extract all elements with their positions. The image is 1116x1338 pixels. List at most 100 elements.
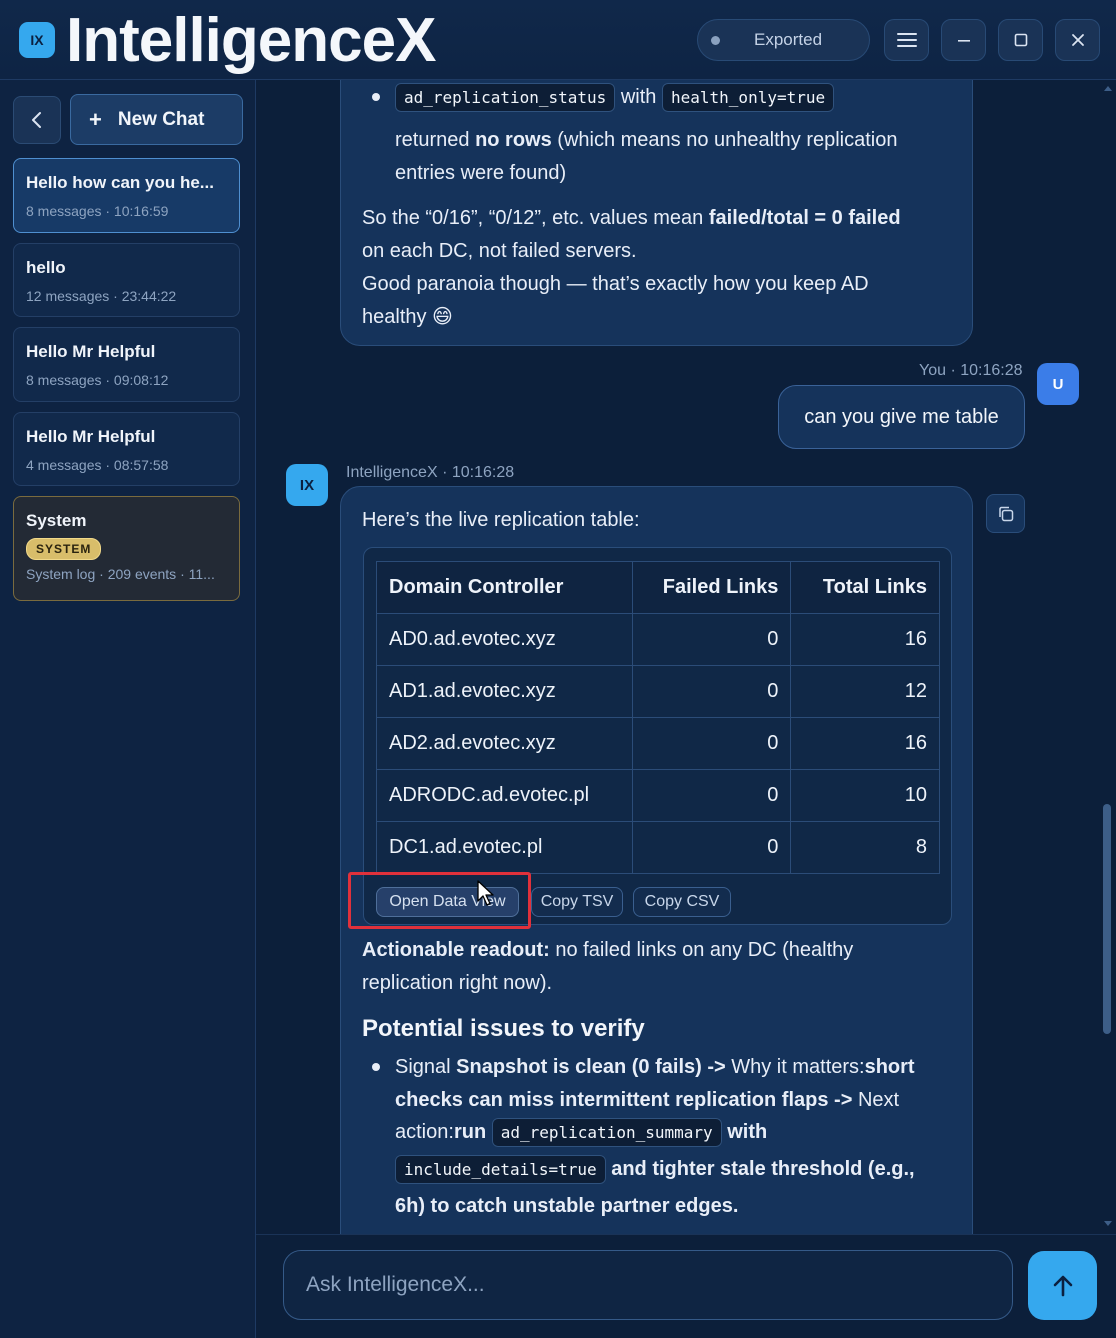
table-cell: 0 <box>631 769 792 822</box>
message-intro: Here’s the live replication table: <box>362 509 640 531</box>
status-label: Exported <box>754 30 823 49</box>
table-cell: 16 <box>790 717 940 770</box>
chat-meta: System log · 209 events · 11... <box>26 566 215 582</box>
system-badge: SYSTEM <box>26 538 102 560</box>
table-cell: 16 <box>790 613 940 666</box>
table-cell: AD0.ad.evotec.xyz <box>376 613 633 666</box>
bullet-text: 6h) to catch unstable partner edges. <box>395 1190 975 1223</box>
bold-text: -> <box>701 1056 732 1078</box>
chat-title: hello <box>26 258 66 277</box>
text: healthy 😄 <box>362 306 453 328</box>
table-cell: 0 <box>631 717 792 770</box>
arrow-up-icon <box>1053 1275 1072 1296</box>
table-cell: 8 <box>790 821 940 874</box>
maximize-button[interactable] <box>998 19 1043 61</box>
text: entries were found) <box>395 162 567 184</box>
title-bar: IX IntelligenceX Exported <box>0 0 1116 80</box>
bold-text: with <box>727 1121 768 1143</box>
chat-meta: 4 messages · 08:57:58 <box>26 457 169 473</box>
table-cell: AD1.ad.evotec.xyz <box>376 665 633 718</box>
table-row: AD1.ad.evotec.xyz 0 12 <box>376 665 940 718</box>
chevron-left-icon <box>32 112 41 128</box>
replication-table: Domain Controller Failed Links Total Lin… <box>376 561 940 874</box>
bullet-text: Signal Snapshot is clean (0 fails) -> Wh… <box>395 1051 965 1117</box>
assistant-message-meta: IntelligenceX · 10:16:28 <box>346 464 515 481</box>
maximize-icon <box>1014 33 1027 47</box>
mouse-cursor-icon <box>477 880 494 906</box>
close-button[interactable] <box>1055 19 1100 61</box>
message-text: returned no rows (which means no unhealt… <box>395 124 955 190</box>
readout-text: Actionable readout: no failed links on a… <box>362 934 962 1000</box>
send-button[interactable] <box>1028 1251 1097 1320</box>
new-chat-label: New Chat <box>117 108 205 130</box>
table-row: AD0.ad.evotec.xyz 0 16 <box>376 613 940 666</box>
scroll-up-icon[interactable] <box>1103 84 1113 92</box>
bold-text: Actionable readout: <box>362 939 550 961</box>
message-input[interactable]: Ask IntelligenceX... <box>283 1250 1013 1320</box>
bold-text: and tighter stale threshold (e.g., <box>611 1158 915 1180</box>
copy-icon <box>998 506 1013 521</box>
table-cell: 10 <box>790 769 940 822</box>
minimize-icon <box>957 40 970 42</box>
menu-button[interactable] <box>884 19 929 61</box>
column-header[interactable]: Failed Links <box>631 561 792 614</box>
text: no failed links on any DC (healthy <box>549 939 854 961</box>
table-row: ADRODC.ad.evotec.pl 0 10 <box>376 769 940 822</box>
app-title: IntelligenceX <box>66 6 436 75</box>
new-chat-button[interactable]: + New Chat <box>70 94 243 145</box>
chat-meta: 8 messages · 09:08:12 <box>26 372 169 388</box>
chat-meta: 12 messages · 23:44:22 <box>26 288 177 304</box>
assistant-avatar: IX <box>286 464 328 506</box>
inline-code: ad_replication_summary <box>491 1118 722 1147</box>
table-cell: ADRODC.ad.evotec.pl <box>376 769 633 822</box>
chat-title: System <box>26 511 87 530</box>
table-row: DC1.ad.evotec.pl 0 8 <box>376 821 940 874</box>
text: replication right now). <box>362 972 553 994</box>
collapse-sidebar-button[interactable] <box>13 96 61 144</box>
scroll-down-icon[interactable] <box>1103 1220 1113 1228</box>
inline-code: health_only=true <box>662 83 835 112</box>
chat-list-item[interactable]: Hello Mr Helpful 4 messages · 08:57:58 <box>13 412 240 486</box>
user-avatar: U <box>1037 363 1079 405</box>
chat-list-item-system[interactable]: System SYSTEM System log · 209 events · … <box>13 496 240 601</box>
bold-text: short <box>864 1056 915 1078</box>
bold-text: checks can miss intermittent replication… <box>395 1089 829 1111</box>
chat-title: Hello Mr Helpful <box>26 427 156 446</box>
user-message: can you give me table <box>778 385 1025 449</box>
bold-text: failed/total = 0 failed <box>708 207 901 229</box>
chat-list-item[interactable]: Hello Mr Helpful 8 messages · 09:08:12 <box>13 327 240 402</box>
column-header[interactable]: Total Links <box>790 561 940 614</box>
text: returned <box>395 129 476 151</box>
chat-title: Hello Mr Helpful <box>26 342 156 361</box>
copy-csv-button[interactable]: Copy CSV <box>633 887 731 917</box>
bullet-dot <box>372 1063 380 1071</box>
section-heading: Potential issues to verify <box>362 1015 645 1042</box>
assistant-message: ad_replication_status with health_only=t… <box>340 80 973 346</box>
text: on each DC, not failed servers. <box>362 240 637 262</box>
user-message-meta: You · 10:16:28 <box>919 362 1023 379</box>
status-pill[interactable]: Exported <box>697 19 870 61</box>
bullet-text: include_details=true and tighter stale t… <box>395 1153 975 1186</box>
copy-message-button[interactable] <box>986 494 1025 533</box>
plus-icon: + <box>89 106 102 132</box>
table-cell: 0 <box>631 665 792 718</box>
copy-tsv-button[interactable]: Copy TSV <box>531 887 623 917</box>
table-cell: DC1.ad.evotec.pl <box>376 821 633 874</box>
table-cell: 0 <box>631 613 792 666</box>
bold-text: run <box>453 1121 487 1143</box>
column-header[interactable]: Domain Controller <box>376 561 633 614</box>
chat-list-item[interactable]: Hello how can you he... 8 messages · 10:… <box>13 158 240 233</box>
hamburger-icon <box>896 33 917 47</box>
bold-text: Snapshot is clean (0 fails) <box>456 1056 702 1078</box>
table-cell: 12 <box>790 665 940 718</box>
minimize-button[interactable] <box>941 19 986 61</box>
bullet-dot <box>372 93 380 101</box>
bold-text: no rows <box>475 129 552 151</box>
highlight-annotation <box>348 872 531 929</box>
bullet-text: action:run ad_replication_summary with <box>395 1116 975 1149</box>
scroll-thumb[interactable] <box>1103 804 1111 1034</box>
text: (which means no unhealthy replication <box>551 129 898 151</box>
message-text: ad_replication_status with health_only=t… <box>395 81 955 114</box>
chat-list-item[interactable]: hello 12 messages · 23:44:22 <box>13 243 240 317</box>
chat-scrollbar[interactable] <box>1101 80 1116 1232</box>
